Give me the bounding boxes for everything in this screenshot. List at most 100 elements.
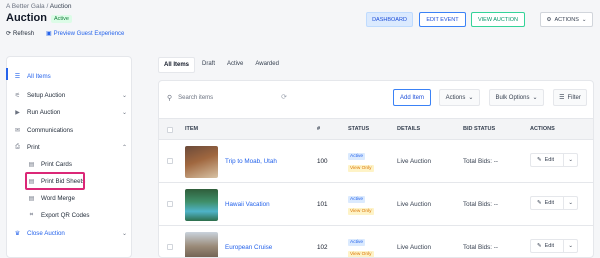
tab-all-items[interactable]: All Items (158, 57, 196, 73)
refresh-label: Refresh (13, 30, 35, 37)
sidebar-item-close-auction[interactable]: ♛ Close Auction ⌄ (13, 226, 127, 240)
edit-label: Edit (544, 157, 555, 163)
sidebar-item-export-qr-codes[interactable]: ⌗ Export QR Codes (27, 208, 127, 222)
item-details: Live Auction (397, 158, 431, 165)
item-thumbnail (185, 232, 218, 257)
item-details: Live Auction (397, 244, 431, 251)
sidebar-item-label: Close Auction (27, 229, 65, 237)
tab-active[interactable]: Active (222, 57, 248, 73)
column-number[interactable]: # (317, 126, 320, 132)
column-details: DETAILS (397, 126, 421, 132)
item-number: 102 (317, 244, 328, 251)
chevron-down-icon: ⌄ (121, 92, 127, 99)
dashboard-button[interactable]: DASHBOARD (366, 12, 413, 27)
preview-label: Preview Guest Experience (53, 30, 125, 37)
sidebar-item-label: All Items (27, 72, 51, 80)
bulk-options-dropdown[interactable]: Bulk Options ⌄ (489, 89, 544, 106)
item-thumbnail (185, 189, 218, 221)
breadcrumb: A Better Gala / Auction (6, 3, 71, 10)
qr-icon: ⌗ (29, 211, 34, 218)
pencil-icon: ✎ (537, 157, 542, 163)
item-name-link[interactable]: Trip to Moab, Utah (225, 158, 277, 165)
item-number: 100 (317, 158, 328, 165)
column-item[interactable]: ITEM (185, 126, 198, 132)
breadcrumb-parent[interactable]: A Better Gala (6, 3, 45, 10)
sidebar-item-label: Print Cards (41, 160, 72, 168)
bid-status: Total Bids: -- (463, 201, 498, 208)
column-actions: ACTIONS (530, 126, 555, 132)
visibility-badge: View Only (348, 208, 374, 215)
actions-dropdown[interactable]: Actions ⌄ (439, 89, 480, 106)
play-icon: ▶ (15, 109, 20, 116)
sidebar-item-label: Export QR Codes (41, 211, 90, 219)
sidebar-item-print-cards[interactable]: ▤ Print Cards (27, 157, 127, 171)
document-icon: ▤ (28, 195, 35, 202)
pencil-icon: ✎ (537, 200, 542, 206)
search-input[interactable]: ⚲ Search items ⟳ (167, 90, 287, 106)
item-tabs: All Items Draft Active Awarded (158, 57, 284, 73)
item-name-link[interactable]: Hawaii Vacation (225, 201, 270, 208)
edit-button[interactable]: ✎ Edit ⌄ (530, 153, 578, 167)
divider (563, 240, 564, 252)
highlight-box (25, 172, 85, 190)
refresh-icon: ⟳ (6, 31, 12, 37)
add-item-button[interactable]: Add Item (393, 89, 431, 106)
bid-status: Total Bids: -- (463, 158, 498, 165)
sliders-icon: ⚟ (14, 92, 21, 99)
filter-button[interactable]: ☰ Filter (553, 89, 587, 106)
table-row[interactable]: Hawaii Vacation 101 Active View Only Liv… (159, 183, 593, 226)
actions-menu-button[interactable]: ⚙ ACTIONS ⌄ (540, 12, 593, 27)
sidebar-item-run-auction[interactable]: ▶ Run Auction ⌄ (13, 105, 127, 119)
divider (563, 197, 564, 209)
pencil-icon: ✎ (537, 243, 542, 249)
table-row[interactable]: European Cruise 102 Active View Only Liv… (159, 226, 593, 257)
item-thumbnail (185, 146, 218, 178)
sidebar-item-word-merge[interactable]: ▤ Word Merge (27, 191, 127, 205)
edit-event-button[interactable]: EDIT EVENT (419, 12, 466, 27)
chevron-down-icon[interactable]: ⌄ (568, 243, 573, 249)
chevron-down-icon[interactable]: ⌄ (568, 200, 573, 206)
table-row[interactable]: Trip to Moab, Utah 100 Active View Only … (159, 140, 593, 183)
edit-button[interactable]: ✎ Edit ⌄ (530, 196, 578, 210)
actions-label: Actions (445, 94, 466, 101)
refresh-icon[interactable]: ⟳ (281, 93, 287, 101)
sidebar-item-label: Print (27, 143, 40, 151)
page-header: A Better Gala / Auction Auction Active ⟳… (0, 0, 600, 44)
edit-button[interactable]: ✎ Edit ⌄ (530, 239, 578, 253)
actions-label: ACTIONS (554, 16, 579, 23)
page-title: Auction (6, 12, 47, 24)
table-header: ITEM # STATUS DETAILS BID STATUS ACTIONS (159, 118, 593, 140)
chevron-up-icon: ⌃ (121, 144, 127, 151)
tab-awarded[interactable]: Awarded (250, 57, 284, 73)
row-checkbox[interactable] (167, 201, 173, 207)
item-number: 101 (317, 201, 328, 208)
row-checkbox[interactable] (167, 158, 173, 164)
item-name-link[interactable]: European Cruise (225, 244, 272, 251)
search-icon: ⚲ (167, 95, 173, 102)
chevron-down-icon: ⌄ (468, 95, 474, 101)
status-badge: Active (348, 153, 366, 160)
sidebar-item-all-items[interactable]: ☰ All Items (13, 69, 127, 83)
refresh-link[interactable]: ⟳ Refresh (6, 30, 35, 38)
column-status[interactable]: STATUS (348, 126, 369, 132)
edit-label: Edit (544, 243, 555, 249)
sidebar-item-setup-auction[interactable]: ⚟ Setup Auction ⌄ (13, 88, 127, 102)
select-all-checkbox[interactable] (167, 127, 173, 133)
sidebar-item-label: Word Merge (41, 194, 75, 202)
visibility-badge: View Only (348, 251, 374, 257)
item-details: Live Auction (397, 201, 431, 208)
active-indicator (6, 68, 8, 80)
gear-icon: ⚙ (546, 16, 552, 23)
edit-label: Edit (544, 200, 555, 206)
tab-draft[interactable]: Draft (197, 57, 220, 73)
sidebar: ☰ All Items ⚟ Setup Auction ⌄ ▶ Run Auct… (6, 56, 132, 258)
sidebar-item-print[interactable]: ⎙ Print ⌃ (13, 140, 127, 154)
status-badge: Active (348, 196, 366, 203)
sidebar-item-communications[interactable]: ✉ Communications (13, 123, 127, 137)
row-checkbox[interactable] (167, 244, 173, 250)
preview-guest-link[interactable]: ▣ Preview Guest Experience (46, 30, 125, 38)
view-auction-button[interactable]: VIEW AUCTION (471, 12, 525, 27)
column-bid-status: BID STATUS (463, 126, 496, 132)
chevron-down-icon[interactable]: ⌄ (568, 157, 573, 163)
status-badge: Active (51, 15, 72, 23)
